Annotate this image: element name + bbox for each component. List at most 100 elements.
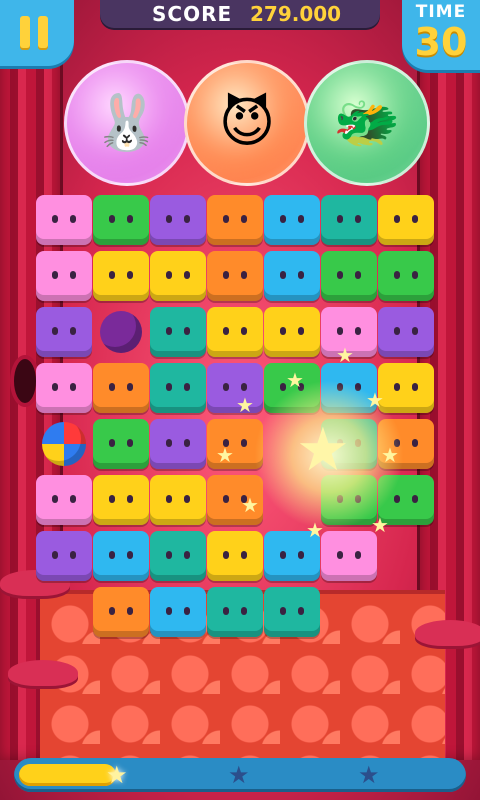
cyan-block-tile[interactable] (264, 251, 320, 301)
devil-icon: 😈 (218, 91, 276, 154)
green-block-tile[interactable] (378, 251, 434, 301)
face-icon (164, 607, 192, 615)
yellow-block-tile[interactable] (150, 475, 206, 525)
time-label: TIME (415, 2, 467, 22)
game-board: ★ ★ ★ ★ ★ ★ ★ ★ ★ ★ (36, 195, 446, 650)
face-icon (392, 215, 420, 223)
pink-block-tile[interactable] (321, 531, 377, 581)
face-icon (50, 327, 78, 335)
bunny-icon: 🐰 (93, 91, 161, 154)
face-icon (335, 271, 363, 279)
face-icon (164, 215, 192, 223)
face-icon (107, 495, 135, 503)
cyan-block-tile[interactable] (264, 195, 320, 245)
teal-block-tile[interactable] (321, 195, 377, 245)
level-progress-bar: ★ ★ ★ (14, 758, 466, 792)
face-icon (50, 271, 78, 279)
star-icon: ★ (106, 761, 128, 789)
orange-block-tile[interactable] (93, 363, 149, 413)
star-icon: ★ (228, 761, 250, 789)
face-icon (164, 439, 192, 447)
pink-block-tile[interactable] (36, 195, 92, 245)
sparkle-icon: ★ (286, 368, 304, 392)
orange-block-tile[interactable] (207, 251, 263, 301)
face-icon (50, 383, 78, 391)
dragon-icon: 🐲 (333, 91, 401, 154)
face-icon (107, 607, 135, 615)
face-icon (50, 551, 78, 559)
face-icon (164, 271, 192, 279)
yellow-block-tile[interactable] (378, 363, 434, 413)
teal-block-tile[interactable] (150, 363, 206, 413)
face-icon (221, 327, 249, 335)
face-icon (278, 607, 306, 615)
face-icon (221, 607, 249, 615)
yellow-block-tile[interactable] (264, 307, 320, 357)
teal-block-tile[interactable] (264, 587, 320, 637)
face-icon (107, 271, 135, 279)
face-icon (392, 271, 420, 279)
green-block-tile[interactable] (93, 195, 149, 245)
sparkle-icon: ★ (241, 493, 259, 517)
bunny-pet-bubble[interactable]: 🐰 (64, 60, 190, 186)
rainbow-ball-icon[interactable] (42, 422, 86, 466)
cyan-block-tile[interactable] (93, 531, 149, 581)
purple-block-tile[interactable] (207, 363, 263, 413)
sparkle-icon: ★ (216, 443, 234, 467)
sparkle-icon: ★ (236, 393, 254, 417)
sparkle-icon: ★ (306, 518, 324, 542)
orange-block-tile[interactable] (207, 195, 263, 245)
orange-block-tile[interactable] (93, 587, 149, 637)
yellow-block-tile[interactable] (207, 307, 263, 357)
face-icon (392, 327, 420, 335)
pink-block-tile[interactable] (36, 251, 92, 301)
face-icon (164, 551, 192, 559)
star-icon: ★ (296, 415, 350, 485)
face-icon (278, 271, 306, 279)
face-icon (221, 271, 249, 279)
dragon-pet-bubble[interactable]: 🐲 (304, 60, 430, 186)
fire-devil-pet-bubble[interactable]: 😈 (184, 60, 310, 186)
time-value: 30 (414, 20, 468, 64)
purple-block-tile[interactable] (36, 307, 92, 357)
pause-button[interactable] (0, 0, 74, 66)
face-icon (107, 383, 135, 391)
bomb-icon[interactable] (100, 311, 142, 353)
yellow-block-tile[interactable] (378, 195, 434, 245)
star-icon: ★ (358, 761, 380, 789)
face-icon (50, 215, 78, 223)
yellow-block-tile[interactable] (93, 251, 149, 301)
face-icon (221, 383, 249, 391)
green-block-tile[interactable] (321, 251, 377, 301)
purple-block-tile[interactable] (150, 195, 206, 245)
face-icon (221, 551, 249, 559)
face-icon (107, 551, 135, 559)
face-icon (164, 383, 192, 391)
score-label: SCORE (152, 2, 233, 26)
sparkle-icon: ★ (381, 443, 399, 467)
yellow-block-tile[interactable] (93, 475, 149, 525)
pink-block-tile[interactable] (36, 363, 92, 413)
cyan-block-tile[interactable] (150, 587, 206, 637)
face-icon (392, 383, 420, 391)
pink-block-tile[interactable] (36, 475, 92, 525)
teal-block-tile[interactable] (207, 587, 263, 637)
face-icon (164, 495, 192, 503)
face-icon (278, 327, 306, 335)
yellow-block-tile[interactable] (150, 251, 206, 301)
yellow-block-tile[interactable] (207, 531, 263, 581)
face-icon (278, 215, 306, 223)
teal-block-tile[interactable] (150, 307, 206, 357)
purple-block-tile[interactable] (36, 531, 92, 581)
green-block-tile[interactable] (93, 419, 149, 469)
purple-block-tile[interactable] (378, 307, 434, 357)
sparkle-icon: ★ (366, 388, 384, 412)
face-icon (278, 551, 306, 559)
sparkle-icon: ★ (336, 343, 354, 367)
game-stage: SCORE 279.000 TIME 30 🐰 😈 🐲 ★ ★ ★ ★ ★ ★ ★ ★ ★ ★ ★… (0, 0, 480, 800)
face-icon (164, 327, 192, 335)
teal-block-tile[interactable] (150, 531, 206, 581)
face-icon (335, 215, 363, 223)
face-icon (335, 551, 363, 559)
purple-block-tile[interactable] (150, 419, 206, 469)
